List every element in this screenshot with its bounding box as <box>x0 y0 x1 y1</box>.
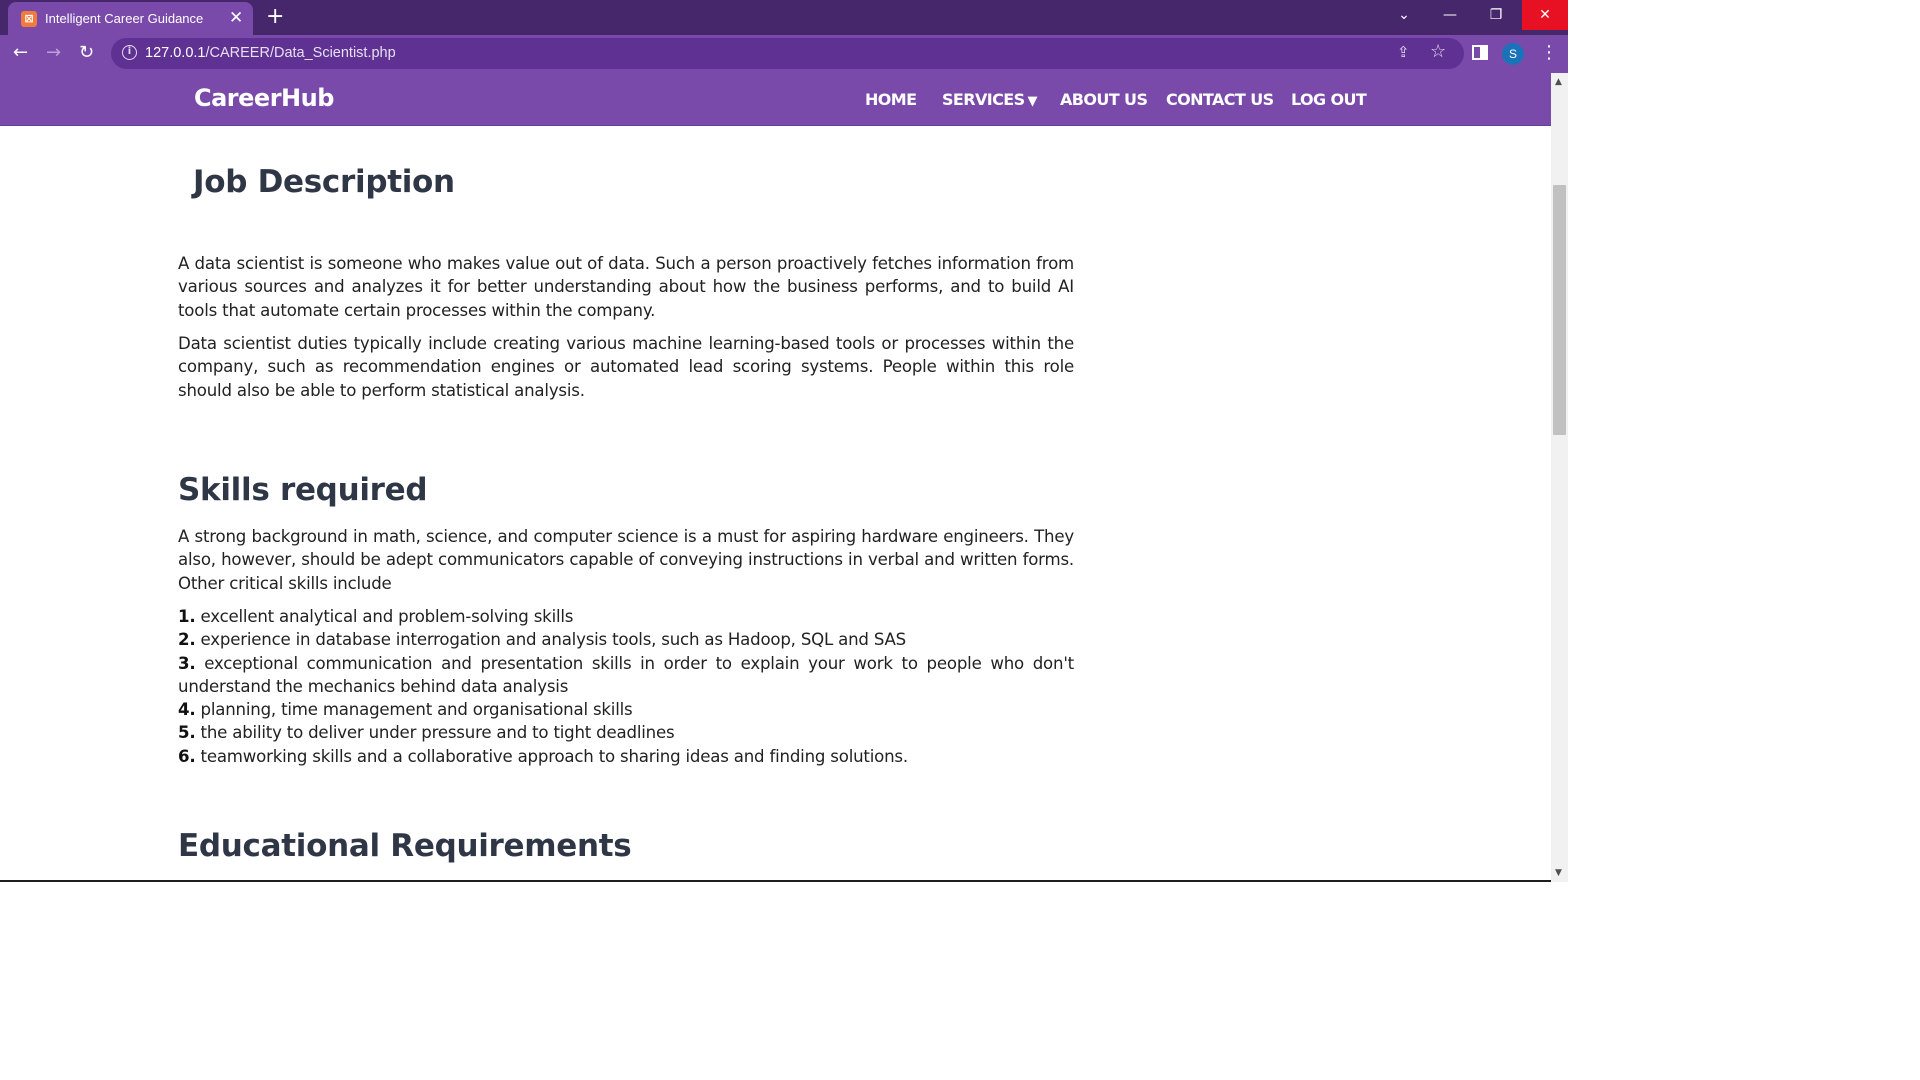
tab-title: Intelligent Career Guidance <box>45 11 204 26</box>
close-icon[interactable]: ✕ <box>229 8 243 28</box>
skills-list: 1. excellent analytical and problem-solv… <box>178 605 1074 768</box>
address-bar[interactable]: i 127.0.0.1/CAREER/Data_Scientist.php ⇪ … <box>111 38 1464 69</box>
share-icon[interactable]: ⇪ <box>1397 43 1410 61</box>
list-item: 3. exceptional communication and present… <box>178 653 1074 696</box>
site-navbar: CareerHub HOME SERVICES ▼ ABOUT US CONTAC… <box>0 73 1551 126</box>
side-panel-icon[interactable] <box>1472 45 1488 60</box>
list-item: 5. the ability to deliver under pressure… <box>178 723 675 743</box>
browser-tab-bar: ⊠ Intelligent Career Guidance ✕ + ⌄ — ❐ … <box>0 0 1568 35</box>
back-arrow-icon[interactable]: ← <box>13 42 28 63</box>
scroll-down-icon[interactable]: ▼ <box>1555 868 1562 878</box>
bookmark-star-icon[interactable]: ☆ <box>1430 41 1446 62</box>
profile-avatar[interactable]: S <box>1502 43 1524 65</box>
list-item: 2. experience in database interrogation … <box>178 630 906 650</box>
tab-search-icon[interactable]: ⌄ <box>1381 0 1427 30</box>
nav-about-us[interactable]: ABOUT US <box>1060 90 1148 109</box>
restore-icon[interactable]: ❐ <box>1473 0 1519 30</box>
skills-intro: A strong background in math, science, an… <box>178 527 1074 593</box>
reload-icon[interactable]: ↻ <box>79 42 94 63</box>
kebab-menu-icon[interactable]: ⋮ <box>1540 42 1558 63</box>
nav-log-out[interactable]: LOG OUT <box>1291 90 1367 109</box>
forward-arrow-icon[interactable]: → <box>46 42 61 63</box>
caret-down-icon: ▼ <box>1027 94 1038 109</box>
nav-services[interactable]: SERVICES ▼ <box>942 90 1038 109</box>
list-item: 6. teamworking skills and a collaborativ… <box>178 746 908 766</box>
site-brand[interactable]: CareerHub <box>194 84 334 112</box>
page-scrollbar[interactable]: ▲ ▼ <box>1551 73 1568 882</box>
browser-tab[interactable]: ⊠ Intelligent Career Guidance ✕ <box>8 2 253 35</box>
browser-toolbar: ← → ↻ i 127.0.0.1/CAREER/Data_Scientist.… <box>0 35 1568 73</box>
nav-contact-us[interactable]: CONTACT US <box>1166 90 1274 109</box>
educational-requirements-heading: Educational Requirements <box>178 828 632 864</box>
skills-heading: Skills required <box>178 472 428 508</box>
minimize-icon[interactable]: — <box>1427 0 1473 30</box>
list-item: 1. excellent analytical and problem-solv… <box>178 607 574 626</box>
job-description-paragraph-2: Data scientist duties typically include … <box>178 334 1074 400</box>
nav-home[interactable]: HOME <box>865 90 917 109</box>
job-description-paragraph-1: A data scientist is someone who makes va… <box>178 254 1074 320</box>
job-description-heading: Job Description <box>193 164 455 200</box>
list-item: 4. planning, time management and organis… <box>178 700 633 720</box>
xampp-icon: ⊠ <box>21 11 37 27</box>
url-text[interactable]: 127.0.0.1/CAREER/Data_Scientist.php <box>145 45 396 61</box>
taskbar-edge <box>0 880 1551 882</box>
scroll-up-icon[interactable]: ▲ <box>1555 77 1562 87</box>
info-icon[interactable]: i <box>122 45 137 60</box>
window-close-icon[interactable]: ✕ <box>1522 0 1568 30</box>
new-tab-button[interactable]: + <box>266 4 284 29</box>
scrollbar-thumb[interactable] <box>1553 185 1566 435</box>
